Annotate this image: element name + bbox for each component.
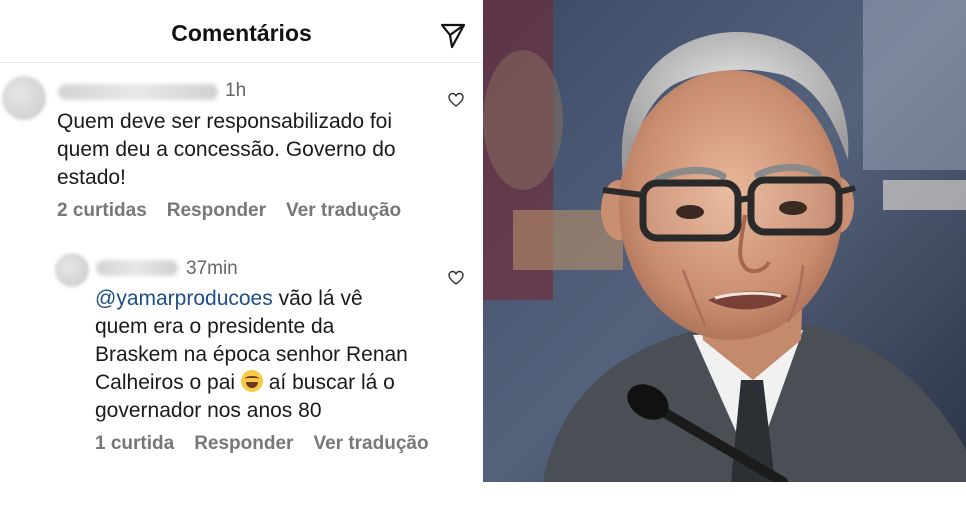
translate-button[interactable]: Ver tradução	[286, 200, 401, 221]
translate-button[interactable]: Ver tradução	[313, 433, 428, 454]
bottom-whitespace	[483, 482, 966, 532]
heart-icon[interactable]	[448, 270, 464, 286]
comment-time: 1h	[225, 80, 247, 101]
comment-text-line: quem era o presidente da	[95, 315, 335, 338]
news-photo	[483, 0, 966, 482]
avatar[interactable]	[2, 76, 46, 120]
comment-text-line: vão lá vê	[272, 287, 363, 310]
username-blurred[interactable]	[96, 260, 178, 276]
comment-text-line: Quem deve ser responsabilizado foi	[57, 110, 393, 133]
comment-text-line: estado!	[57, 166, 126, 189]
likes-count[interactable]: 2 curtidas	[57, 200, 147, 221]
likes-count[interactable]: 1 curtida	[95, 433, 174, 454]
comment-text-line: Calheiros o pai	[95, 371, 241, 394]
comment-text-line: aí buscar lá o	[262, 371, 395, 394]
page-title: Comentários	[171, 20, 312, 46]
user-mention-link[interactable]: @yamarproducoes	[95, 287, 273, 310]
send-icon[interactable]	[438, 20, 468, 50]
comment-text-line: governador nos anos 80	[95, 399, 322, 422]
comments-header: Comentários	[0, 0, 483, 63]
reply-button[interactable]: Responder	[194, 433, 293, 454]
comments-panel: Comentários 1h Quem deve ser responsabil…	[0, 0, 483, 532]
comment-time: 37min	[186, 258, 238, 279]
heart-icon[interactable]	[448, 92, 464, 108]
username-blurred[interactable]	[58, 84, 218, 100]
comment-actions: 1 curtida Responder Ver tradução	[95, 433, 449, 455]
portrait-illustration	[483, 0, 966, 482]
comment-text: Quem deve ser responsabilizado foi quem …	[57, 108, 396, 192]
comment-actions: 2 curtidas Responder Ver tradução	[57, 200, 421, 222]
laughing-tears-emoji-icon	[240, 370, 263, 392]
comment-text-line: quem deu a concessão. Governo do	[57, 138, 396, 161]
comment-text: @yamarproducoes vão lá vê quem era o pre…	[95, 285, 408, 425]
comment-text-line: Braskem na época senhor Renan	[95, 343, 408, 366]
avatar[interactable]	[55, 253, 89, 287]
reply-button[interactable]: Responder	[167, 200, 266, 221]
